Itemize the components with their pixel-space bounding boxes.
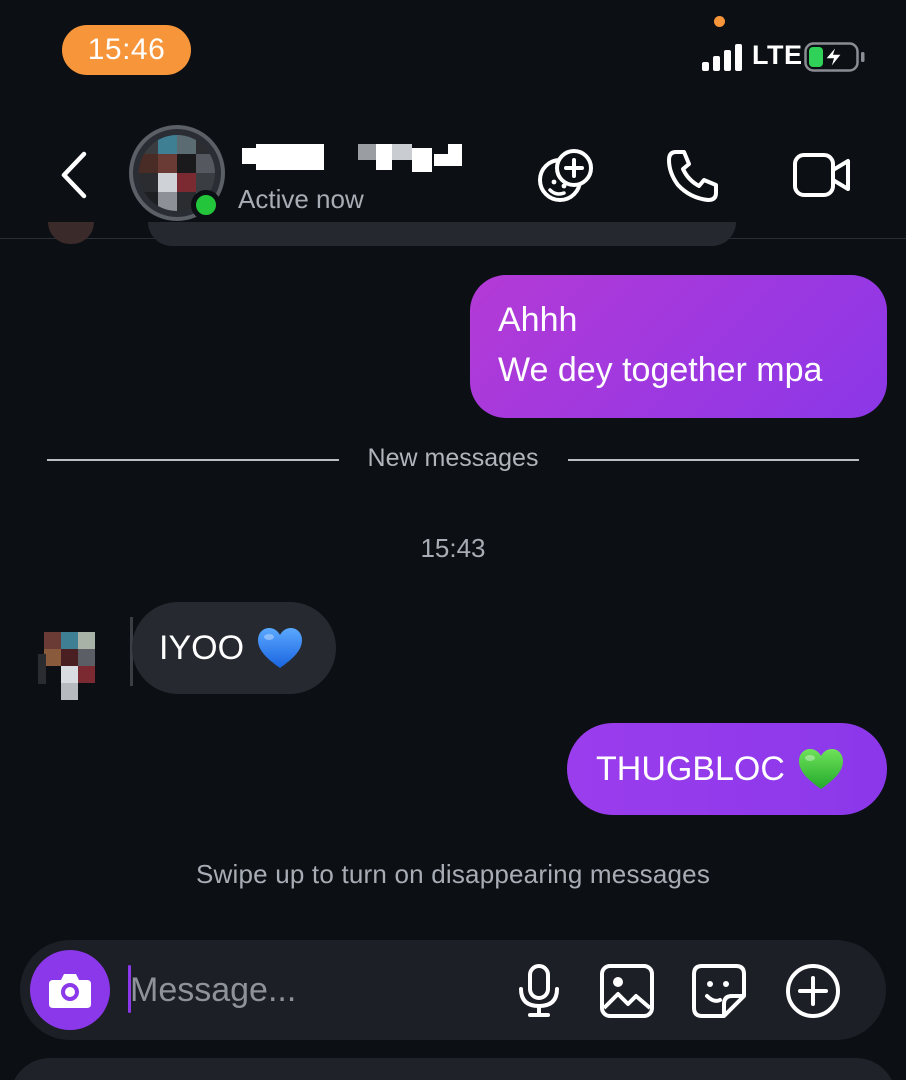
bottom-sheet-handle-area[interactable] [10,1058,896,1080]
chat-header: Active now [0,110,906,238]
back-icon[interactable] [54,148,94,202]
message-text: IYOO [159,628,245,667]
phone-icon[interactable] [664,146,724,206]
message-timestamp: 15:43 [420,533,486,563]
outgoing-message[interactable]: Ahhh We dey together mpa [470,275,887,418]
previous-message-bubble[interactable] [148,222,736,246]
incoming-message[interactable]: IYOO [132,602,336,694]
previous-avatar [48,222,94,244]
microphone-icon[interactable] [510,962,568,1020]
message-line: Ahhh [498,301,578,339]
network-type: LTE [752,40,803,70]
status-time: 15:46 [62,25,191,75]
signal-icon [702,44,742,71]
contact-name-redacted[interactable] [238,140,468,178]
sender-avatar[interactable] [36,632,102,702]
divider-line-right [568,459,859,461]
message-line: We dey together mpa [498,351,823,389]
battery-icon [804,42,865,72]
plus-icon[interactable] [784,962,842,1020]
outgoing-message[interactable]: THUGBLOC [567,723,887,815]
disappearing-messages-hint: Swipe up to turn on disappearing message… [195,859,711,889]
chat-screen: 15:46 LTE Active now Ahhh We dey togethe… [0,0,906,1080]
new-messages-divider: New messages [47,440,859,480]
gallery-icon[interactable] [598,962,656,1020]
camera-button[interactable] [30,950,110,1030]
green-heart-icon [798,749,843,789]
sticker-icon[interactable] [690,962,748,1020]
message-input[interactable] [130,960,490,1020]
message-composer [20,940,886,1040]
online-status-dot [191,190,221,220]
contact-status: Active now [238,184,364,214]
video-call-icon[interactable] [792,146,852,206]
camera-icon [49,974,91,1008]
message-text: THUGBLOC [596,750,785,788]
privacy-indicator-dot [714,16,725,27]
blue-heart-icon [258,628,303,668]
add-people-icon[interactable] [536,146,596,206]
